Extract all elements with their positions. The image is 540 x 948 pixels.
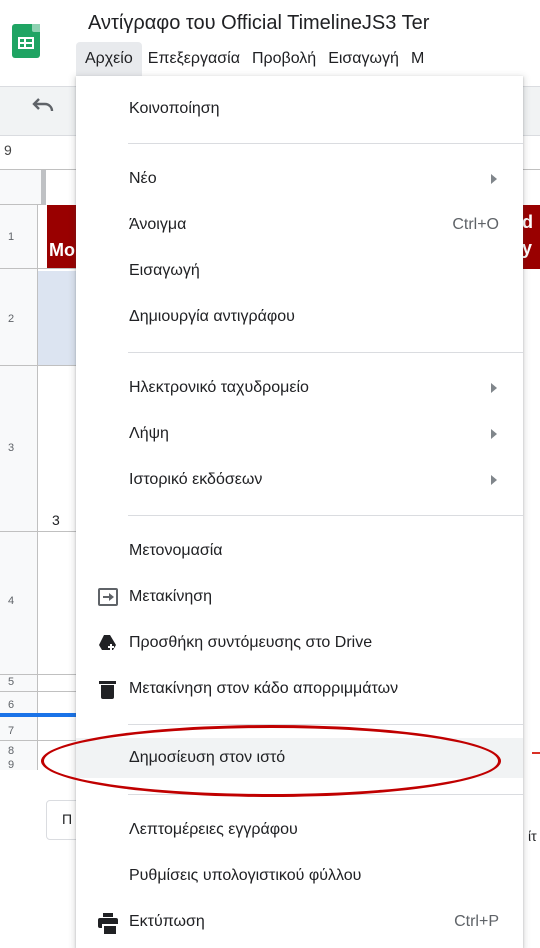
- row-number[interactable]: 6: [8, 699, 14, 711]
- row-divider: [0, 365, 76, 366]
- menu-item-details[interactable]: Λεπτομέρειες εγγράφου: [76, 810, 523, 850]
- select-all-corner[interactable]: [0, 170, 46, 205]
- submenu-arrow-icon: [491, 429, 497, 439]
- text-fragment: ίτ: [528, 828, 537, 844]
- annotation-ellipse: [41, 725, 501, 797]
- row-number[interactable]: 3: [8, 442, 14, 454]
- menu-item-label: Λήψη: [129, 425, 169, 442]
- menu-item-new[interactable]: Νέο: [76, 159, 523, 199]
- header-cell-right-text-2: y: [522, 238, 533, 258]
- menu-item-import[interactable]: Εισαγωγή: [76, 251, 523, 291]
- submenu-arrow-icon: [491, 174, 497, 184]
- menu-item-label: Ρυθμίσεις υπολογιστικού φύλλου: [129, 867, 362, 884]
- row-divider: [0, 674, 76, 675]
- document-title[interactable]: Αντίγραφο του Official TimelineJS3 Ter: [88, 12, 429, 35]
- menu-item-label: Προσθήκη συντόμευσης στο Drive: [129, 634, 373, 651]
- row-number[interactable]: 7: [8, 725, 14, 737]
- row-number[interactable]: 1: [8, 231, 14, 243]
- menu-separator: [128, 143, 523, 144]
- menu-item-label: Εκτύπωση: [129, 913, 205, 930]
- drive-shortcut-icon: [98, 634, 118, 652]
- submenu-arrow-icon: [491, 475, 497, 485]
- menu-item-label: Ιστορικό εκδόσεων: [129, 471, 263, 488]
- sheets-window: Αντίγραφο του Official TimelineJS3 Ter Α…: [0, 0, 540, 948]
- menu-item-email[interactable]: Ηλεκτρονικό ταχυδρομείο: [76, 368, 523, 408]
- print-icon: [98, 913, 118, 936]
- menu-item-open[interactable]: Άνοιγμα Ctrl+O: [76, 205, 523, 245]
- menu-item-make-copy[interactable]: Δημιουργία αντιγράφου: [76, 297, 523, 337]
- menu-item-label: Άνοιγμα: [129, 216, 187, 233]
- menu-separator: [128, 724, 523, 725]
- row-divider: [0, 691, 76, 692]
- move-folder-icon: [98, 588, 118, 606]
- google-sheets-icon[interactable]: [12, 24, 40, 58]
- menu-item-add-shortcut[interactable]: Προσθήκη συντόμευσης στο Drive: [76, 623, 523, 663]
- row-header-column: [0, 170, 38, 770]
- menu-format[interactable]: Μ: [405, 42, 430, 76]
- selection-indicator: [0, 713, 76, 717]
- header-cell-right-text: d: [522, 212, 533, 232]
- row-divider: [0, 268, 76, 269]
- menu-item-download[interactable]: Λήψη: [76, 414, 523, 454]
- menu-view[interactable]: Προβολή: [246, 42, 322, 76]
- sheet-tab-label: Π: [62, 811, 73, 827]
- row-number[interactable]: 8: [8, 745, 14, 757]
- header-cell-text: Mo: [49, 240, 75, 260]
- menubar: Αρχείο Επεξεργασία Προβολή Εισαγωγή Μ: [76, 42, 430, 76]
- annotation-arrow: [532, 752, 540, 754]
- menu-item-label: Λεπτομέρειες εγγράφου: [129, 821, 298, 838]
- row-number[interactable]: 2: [8, 313, 14, 325]
- trash-icon: [98, 680, 118, 699]
- menu-item-label: Κοινοποίηση: [129, 100, 220, 117]
- menu-shortcut: Ctrl+P: [454, 913, 499, 930]
- menu-item-label: Μετακίνηση: [129, 588, 213, 605]
- menu-separator: [128, 352, 523, 353]
- row-number[interactable]: 9: [8, 759, 14, 771]
- menu-item-label: Μετονομασία: [129, 542, 223, 559]
- row-divider: [0, 740, 76, 741]
- menu-file[interactable]: Αρχείο: [76, 42, 142, 76]
- menu-edit[interactable]: Επεξεργασία: [142, 42, 246, 76]
- menu-item-version-history[interactable]: Ιστορικό εκδόσεων: [76, 460, 523, 500]
- menu-item-label: Ηλεκτρονικό ταχυδρομείο: [129, 379, 309, 396]
- cell-reference: 9: [4, 142, 12, 158]
- menu-item-trash[interactable]: Μετακίνηση στον κάδο απορριμμάτων: [76, 669, 523, 709]
- highlighted-cell[interactable]: [38, 271, 76, 365]
- file-menu-dropdown: Κοινοποίηση Νέο Άνοιγμα Ctrl+O Εισαγωγή …: [76, 76, 523, 948]
- menu-item-label: Εισαγωγή: [129, 262, 200, 279]
- menu-item-rename[interactable]: Μετονομασία: [76, 531, 523, 571]
- menu-separator: [128, 515, 523, 516]
- menu-item-settings[interactable]: Ρυθμίσεις υπολογιστικού φύλλου: [76, 856, 523, 896]
- row-number[interactable]: 5: [8, 676, 14, 688]
- menu-item-label: Νέο: [129, 170, 157, 187]
- menu-item-label: Δημιουργία αντιγράφου: [129, 308, 295, 325]
- undo-icon[interactable]: [32, 96, 54, 120]
- menu-item-share[interactable]: Κοινοποίηση: [76, 89, 523, 129]
- menu-item-label: Μετακίνηση στον κάδο απορριμμάτων: [129, 680, 399, 697]
- submenu-arrow-icon: [491, 383, 497, 393]
- menu-item-move[interactable]: Μετακίνηση: [76, 577, 523, 617]
- menu-shortcut: Ctrl+O: [452, 216, 499, 233]
- row-divider: [0, 531, 76, 532]
- menu-item-print[interactable]: Εκτύπωση Ctrl+P: [76, 902, 523, 942]
- row-number[interactable]: 4: [8, 595, 14, 607]
- menu-insert[interactable]: Εισαγωγή: [322, 42, 405, 76]
- cell-value[interactable]: 3: [52, 512, 60, 528]
